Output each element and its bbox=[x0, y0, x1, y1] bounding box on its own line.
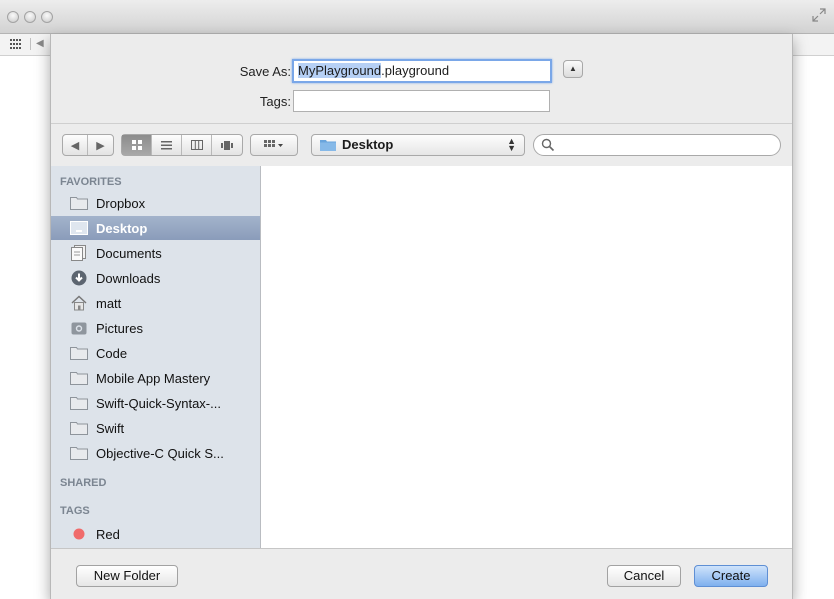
sidebar-item-mobile-app-mastery[interactable]: Mobile App Mastery bbox=[51, 366, 260, 390]
header-divider bbox=[51, 123, 792, 124]
save-as-label: Save As: bbox=[239, 64, 291, 79]
save-as-selected-text: MyPlayground bbox=[298, 63, 382, 78]
sidebar-item-label: Dropbox bbox=[96, 195, 146, 211]
column-view-icon bbox=[190, 140, 203, 150]
icon-view-button[interactable] bbox=[122, 135, 152, 155]
popup-arrows-icon: ▲ ▼ bbox=[507, 136, 516, 153]
sidebar-item-label: Pictures bbox=[96, 320, 143, 336]
sidebar-item-swift[interactable]: Swift bbox=[51, 416, 260, 440]
related-items-icon[interactable] bbox=[10, 39, 22, 49]
zoom-window-button[interactable] bbox=[41, 11, 53, 23]
desktop-icon bbox=[70, 220, 88, 236]
forward-button[interactable]: ▶ bbox=[88, 135, 113, 155]
sidebar-item-swift-quick-syntax[interactable]: Swift-Quick-Syntax-... bbox=[51, 391, 260, 415]
sidebar-item-label: Documents bbox=[96, 245, 162, 261]
search-icon bbox=[541, 138, 555, 152]
sidebar-item-label: Red bbox=[96, 526, 120, 542]
sidebar-item-documents[interactable]: Documents bbox=[51, 241, 260, 265]
toolbar-separator bbox=[30, 38, 31, 50]
expand-dialog-button[interactable]: ▲ bbox=[563, 60, 583, 78]
window-titlebar bbox=[0, 0, 834, 34]
save-as-field[interactable]: MyPlayground.playground bbox=[292, 59, 552, 83]
folder-icon bbox=[70, 195, 88, 211]
folder-icon bbox=[70, 370, 88, 386]
folder-icon bbox=[320, 140, 336, 151]
cancel-button[interactable]: Cancel bbox=[607, 565, 681, 587]
sidebar-item-home[interactable]: matt bbox=[51, 291, 260, 315]
tags-label: Tags: bbox=[259, 94, 291, 109]
location-label: Desktop bbox=[342, 137, 394, 152]
folder-icon bbox=[70, 395, 88, 411]
tags-header: TAGS bbox=[60, 505, 90, 517]
list-view-icon bbox=[161, 140, 172, 149]
pictures-icon bbox=[70, 320, 88, 336]
back-button[interactable]: ◀ bbox=[63, 135, 88, 155]
arrange-button[interactable] bbox=[251, 135, 297, 155]
sidebar-item-desktop[interactable]: Desktop bbox=[51, 216, 260, 240]
coverflow-view-icon bbox=[221, 140, 233, 150]
search-field[interactable] bbox=[533, 134, 781, 156]
back-arrow-icon[interactable]: ◀ bbox=[36, 38, 44, 49]
icon-view-icon bbox=[131, 140, 142, 150]
sidebar-item-label: Mobile App Mastery bbox=[96, 370, 211, 386]
list-view-button[interactable] bbox=[152, 135, 182, 155]
red-tag-dot-icon bbox=[70, 526, 88, 542]
folder-icon bbox=[70, 445, 88, 461]
save-as-extension-text: .playground bbox=[381, 63, 450, 78]
sidebar-item-label: Objective-C Quick S... bbox=[96, 445, 224, 461]
close-window-button[interactable] bbox=[7, 11, 19, 23]
downloads-icon bbox=[70, 270, 88, 286]
shared-header: SHARED bbox=[60, 477, 107, 489]
save-sheet: Save As: MyPlayground.playground ▲ Tags:… bbox=[50, 34, 793, 599]
sidebar-item-label: Downloads bbox=[96, 270, 161, 286]
fullscreen-icon[interactable] bbox=[812, 8, 826, 22]
coverflow-view-button[interactable] bbox=[212, 135, 242, 155]
sidebar-item-label: matt bbox=[96, 295, 122, 311]
dialog-button-bar: New Folder Cancel Create bbox=[51, 548, 792, 599]
arrange-icon bbox=[264, 140, 283, 147]
sidebar: FAVORITES Dropbox Desktop Documents Down… bbox=[51, 166, 261, 548]
favorites-header: FAVORITES bbox=[60, 176, 122, 188]
location-popup[interactable]: Desktop ▲ ▼ bbox=[311, 134, 525, 156]
documents-icon bbox=[70, 245, 88, 261]
sidebar-tag-red[interactable]: Red bbox=[51, 522, 260, 546]
sidebar-item-label: Swift bbox=[96, 420, 125, 436]
home-icon bbox=[70, 295, 88, 311]
create-button[interactable]: Create bbox=[694, 565, 768, 587]
sidebar-item-code[interactable]: Code bbox=[51, 341, 260, 365]
sidebar-item-label: Swift-Quick-Syntax-... bbox=[96, 395, 221, 411]
column-view-button[interactable] bbox=[182, 135, 212, 155]
new-folder-button[interactable]: New Folder bbox=[76, 565, 178, 587]
sidebar-item-label: Desktop bbox=[96, 220, 148, 236]
tags-field[interactable] bbox=[293, 90, 550, 112]
view-mode-control bbox=[121, 134, 243, 156]
folder-icon bbox=[70, 420, 88, 436]
sidebar-item-pictures[interactable]: Pictures bbox=[51, 316, 260, 340]
folder-icon bbox=[70, 345, 88, 361]
sidebar-item-dropbox[interactable]: Dropbox bbox=[51, 191, 260, 215]
arrange-control bbox=[250, 134, 298, 156]
sidebar-item-downloads[interactable]: Downloads bbox=[51, 266, 260, 290]
sidebar-item-label: Code bbox=[96, 345, 128, 361]
back-forward-control: ◀ ▶ bbox=[62, 134, 114, 156]
file-browser-content[interactable] bbox=[261, 166, 792, 548]
minimize-window-button[interactable] bbox=[24, 11, 36, 23]
sidebar-item-objective-c-quick[interactable]: Objective-C Quick S... bbox=[51, 441, 260, 465]
